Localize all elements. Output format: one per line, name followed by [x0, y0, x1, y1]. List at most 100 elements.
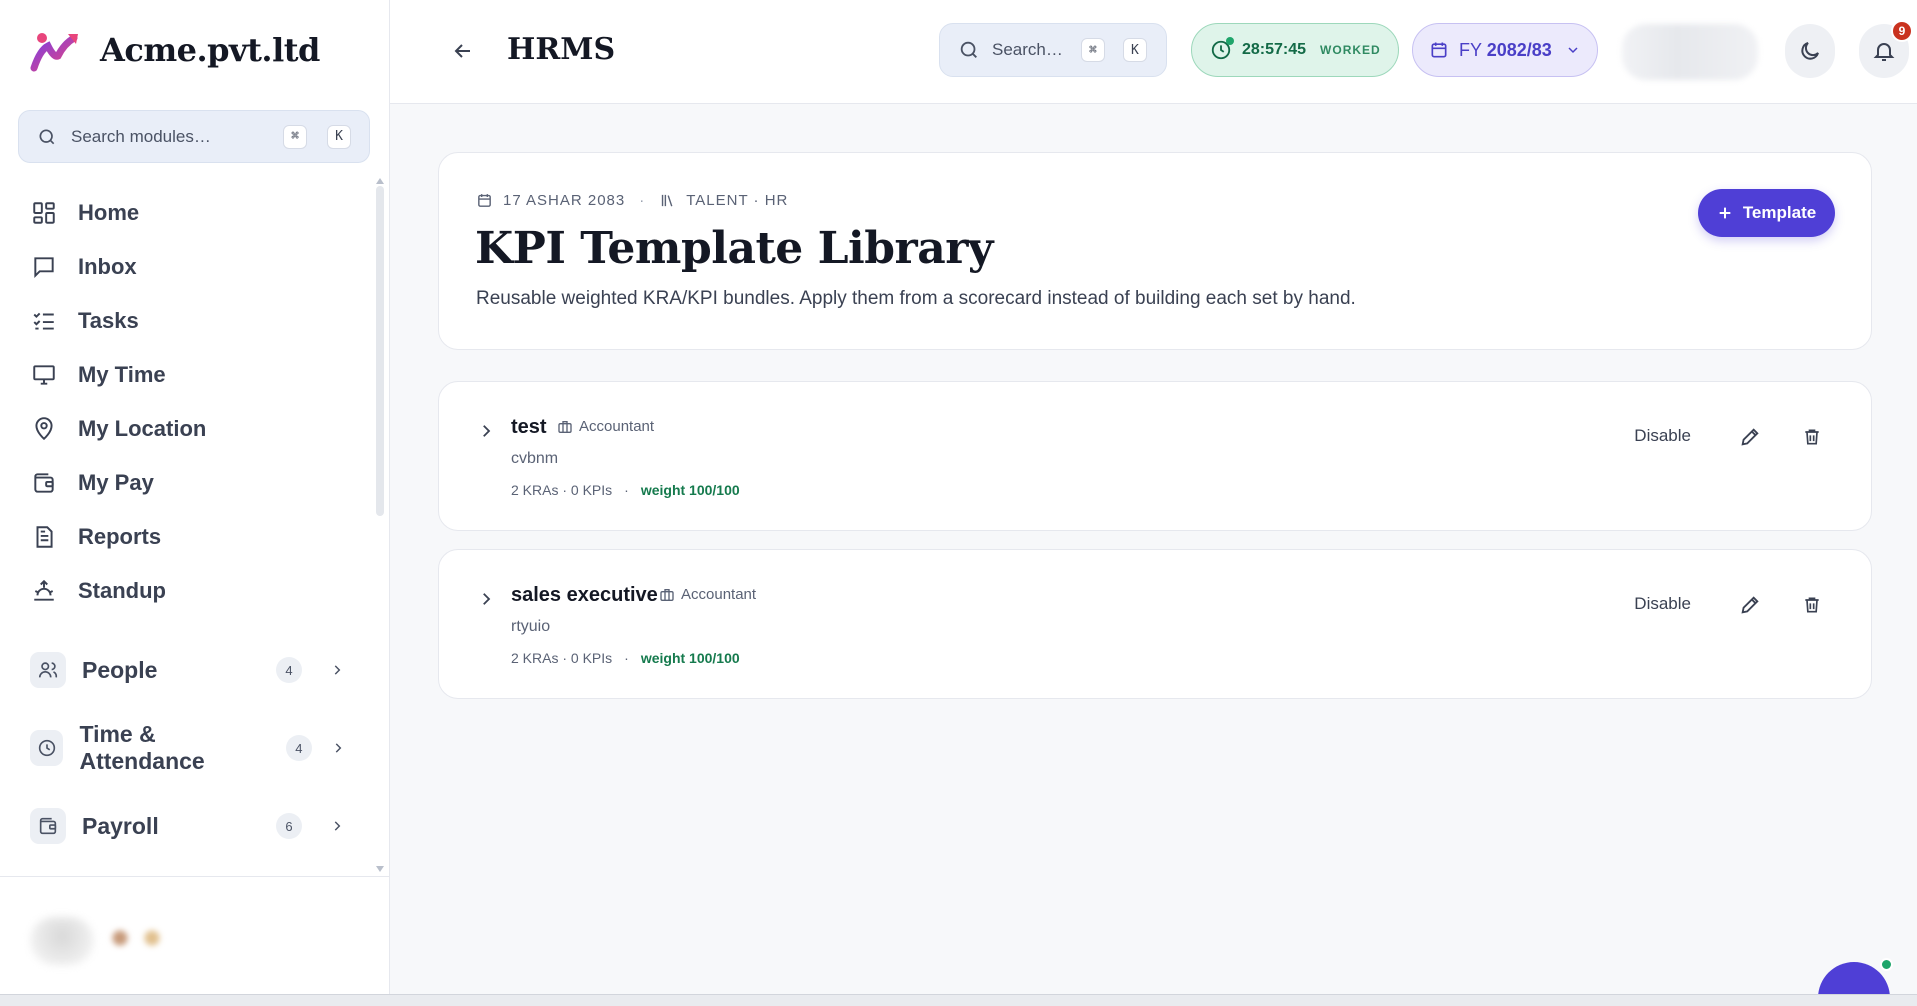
bell-icon: [1873, 43, 1895, 61]
template-role: Accountant: [557, 418, 654, 435]
user-avatar[interactable]: [30, 917, 94, 965]
sidebar-scrollbar[interactable]: [376, 186, 384, 516]
sidebar-item-home[interactable]: Home: [30, 186, 360, 240]
sunrise-icon: [30, 577, 58, 605]
sidebar-item-my-location[interactable]: My Location: [30, 402, 360, 456]
clock-icon: [30, 730, 64, 766]
trash-icon: [1805, 429, 1819, 445]
sidebar-item-label: Tasks: [78, 308, 139, 333]
moon-icon: [1801, 42, 1819, 60]
template-counts: 2 KRAs · 0 KPIs: [511, 482, 613, 498]
add-template-button[interactable]: Template: [1698, 189, 1835, 237]
kbd-cmd: ⌘: [283, 124, 307, 149]
theme-toggle-button[interactable]: [1785, 24, 1835, 78]
trash-icon: [1805, 597, 1819, 613]
search-icon: [960, 41, 977, 58]
timer-clock-icon: [1210, 37, 1234, 61]
sidebar-item-my-time[interactable]: My Time: [30, 348, 360, 402]
meta-separator: ·: [639, 192, 646, 209]
chevron-right-icon: [324, 657, 350, 683]
sidebar-item-label: Home: [78, 200, 140, 225]
sidebar-item-reports[interactable]: Reports: [30, 510, 360, 564]
page-section: TALENT · HR: [686, 192, 789, 209]
briefcase-icon: [660, 588, 674, 601]
edit-button[interactable]: [1737, 592, 1763, 618]
sidebar: Acme.pvt.ltd Search modules… ⌘ K Home In…: [0, 0, 390, 994]
sidebar-group-payroll[interactable]: Payroll 6: [30, 804, 350, 848]
template-description: rtyuio: [511, 618, 551, 635]
sidebar-group-label: People: [82, 656, 158, 683]
expand-button[interactable]: [473, 586, 499, 612]
stats-separator: ·: [624, 650, 629, 666]
arrow-left-icon: [454, 44, 470, 58]
sidebar-item-label: Standup: [78, 578, 166, 603]
calendar-icon: [1431, 42, 1447, 58]
file-text-icon: [30, 523, 58, 551]
pencil-icon: [1741, 428, 1759, 446]
count-badge: 4: [285, 735, 312, 761]
sidebar-item-my-pay[interactable]: My Pay: [30, 456, 360, 510]
work-timer[interactable]: 28:57:45 WORKED: [1191, 23, 1399, 77]
top-header: HRMS Search… ⌘ K 28:57:45 WORKED FY 2082…: [390, 0, 1917, 104]
sidebar-item-inbox[interactable]: Inbox: [30, 240, 360, 294]
sidebar-item-tasks[interactable]: Tasks: [30, 294, 360, 348]
fiscal-year-selector[interactable]: FY 2082/83: [1412, 23, 1598, 77]
global-search-placeholder: Search…: [992, 40, 1063, 59]
kbd-cmd: ⌘: [1080, 38, 1105, 62]
users-icon: [30, 652, 66, 688]
global-search[interactable]: Search… ⌘ K: [939, 23, 1167, 77]
list-checks-icon: [30, 307, 58, 335]
count-badge: 6: [276, 813, 302, 839]
module-search[interactable]: Search modules… ⌘ K: [18, 110, 370, 163]
library-icon: [662, 194, 673, 207]
message-square-icon: [30, 253, 58, 281]
delete-button[interactable]: [1799, 592, 1825, 618]
page-title: KPI Template Library: [475, 223, 993, 274]
chevron-right-icon: [326, 735, 350, 761]
template-stats: 2 KRAs · 0 KPIs · weight 100/100: [511, 482, 740, 498]
app-title: HRMS: [507, 32, 616, 67]
online-status-dot: [1880, 958, 1893, 971]
scroll-up-arrow[interactable]: [376, 178, 384, 184]
kbd-k: K: [1122, 38, 1147, 62]
fiscal-year-text: FY 2082/83: [1459, 40, 1552, 61]
briefcase-icon: [558, 420, 572, 433]
user-menu-blurred[interactable]: [1622, 24, 1758, 80]
disable-button[interactable]: Disable: [1634, 594, 1691, 614]
template-card: sales executive Accountant rtyuio 2 KRAs…: [438, 549, 1872, 699]
edit-button[interactable]: [1737, 424, 1763, 450]
sidebar-group-time-attendance[interactable]: Time & Attendance 4: [30, 721, 350, 774]
template-name: test: [511, 416, 547, 438]
kbd-k: K: [327, 124, 351, 149]
template-description: cvbnm: [511, 450, 559, 467]
sidebar-user-footer: [0, 876, 390, 994]
delete-button[interactable]: [1799, 424, 1825, 450]
scroll-down-arrow[interactable]: [376, 866, 384, 872]
sidebar-group-label: Payroll: [82, 812, 159, 839]
pencil-icon: [1741, 596, 1759, 614]
timer-label: WORKED: [1320, 43, 1381, 57]
count-badge: 4: [276, 657, 302, 683]
user-name-blurred: [108, 927, 178, 949]
template-weight: weight 100/100: [640, 650, 740, 666]
sidebar-item-label: My Time: [78, 362, 166, 387]
sidebar-group-people[interactable]: People 4: [30, 648, 350, 692]
template-card: test Accountant cvbnm 2 KRAs · 0 KPIs · …: [438, 381, 1872, 531]
wallet-icon: [30, 469, 58, 497]
back-button[interactable]: [448, 36, 478, 66]
sidebar-item-label: Inbox: [78, 254, 137, 279]
timer-value: 28:57:45: [1242, 41, 1307, 58]
bottom-scrollbar[interactable]: [0, 994, 1917, 1006]
sidebar-item-standup[interactable]: Standup: [30, 564, 360, 618]
brand[interactable]: Acme.pvt.ltd: [30, 28, 320, 72]
template-stats: 2 KRAs · 0 KPIs · weight 100/100: [511, 650, 740, 666]
disable-button[interactable]: Disable: [1634, 426, 1691, 446]
notifications-button[interactable]: 9: [1859, 20, 1913, 78]
wallet-icon: [30, 808, 66, 844]
expand-button[interactable]: [473, 418, 499, 444]
module-search-placeholder: Search modules…: [71, 126, 211, 146]
template-role-label: Accountant: [681, 586, 757, 603]
chevron-down-icon: [1568, 47, 1578, 54]
brand-name: Acme.pvt.ltd: [100, 31, 320, 69]
map-pin-icon: [30, 415, 58, 443]
